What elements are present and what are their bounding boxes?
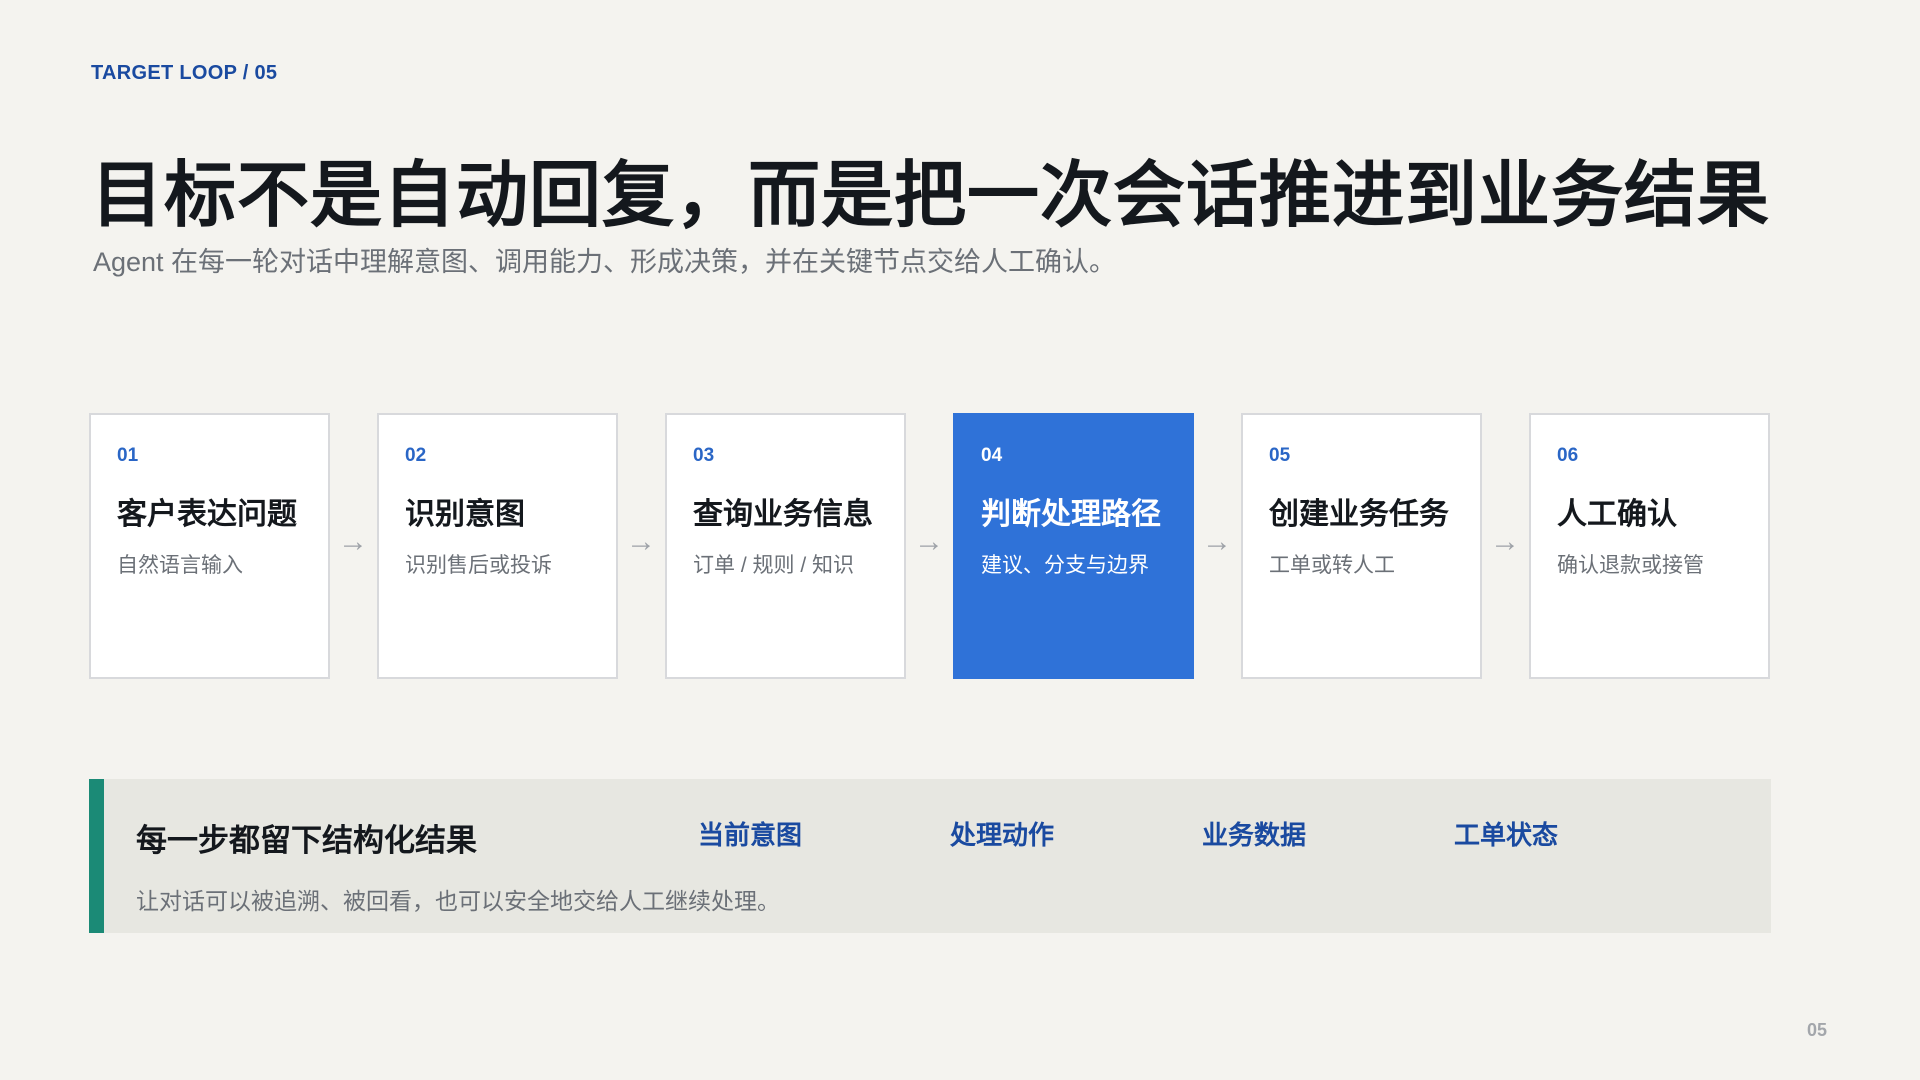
step-number: 05: [1269, 445, 1291, 466]
step-title: 识别意图: [405, 498, 525, 531]
step-card-01: 01 客户表达问题 自然语言输入: [89, 413, 330, 679]
page-number: 05: [1807, 1020, 1828, 1040]
summary-tag-ticket-status: 工单状态: [1454, 820, 1559, 850]
summary-title: 每一步都留下结构化结果: [136, 823, 477, 858]
step-card-04-active: 04 判断处理路径 建议、分支与边界: [953, 413, 1194, 679]
step-description: 订单 / 规则 / 知识: [693, 554, 855, 577]
page-title: 目标不是自动回复，而是把一次会话推进到业务结果: [91, 156, 1771, 236]
step-number: 01: [117, 445, 139, 466]
step-description: 工单或转人工: [1269, 554, 1395, 577]
step-card-05: 05 创建业务任务 工单或转人工: [1241, 413, 1482, 679]
step-title: 创建业务任务: [1269, 498, 1449, 531]
summary-tag-action: 处理动作: [950, 820, 1055, 850]
step-title: 人工确认: [1557, 498, 1677, 531]
summary-tag-intent: 当前意图: [698, 820, 803, 850]
arrow-right-icon: →: [914, 525, 944, 558]
summary-panel: 每一步都留下结构化结果 让对话可以被追溯、被回看，也可以安全地交给人工继续处理。…: [89, 779, 1771, 933]
page-subtitle: Agent 在每一轮对话中理解意图、调用能力、形成决策，并在关键节点交给人工确认…: [93, 247, 1117, 277]
arrow-right-icon: →: [1202, 525, 1232, 558]
step-title: 判断处理路径: [981, 498, 1161, 531]
step-number: 03: [693, 445, 715, 466]
slide: TARGET LOOP / 05 目标不是自动回复，而是把一次会话推进到业务结果…: [0, 0, 1920, 1080]
step-card-06: 06 人工确认 确认退款或接管: [1529, 413, 1770, 679]
summary-description: 让对话可以被追溯、被回看，也可以安全地交给人工继续处理。: [136, 888, 780, 914]
arrow-right-icon: →: [338, 525, 368, 558]
arrow-right-icon: →: [626, 525, 656, 558]
step-title: 查询业务信息: [693, 498, 873, 531]
step-description: 识别售后或投诉: [405, 554, 552, 577]
step-title: 客户表达问题: [117, 498, 297, 531]
step-number: 04: [981, 445, 1003, 466]
eyebrow-label: TARGET LOOP / 05: [91, 62, 278, 84]
step-description: 自然语言输入: [117, 554, 243, 577]
step-card-03: 03 查询业务信息 订单 / 规则 / 知识: [665, 413, 906, 679]
step-number: 06: [1557, 445, 1579, 466]
step-card-02: 02 识别意图 识别售后或投诉: [377, 413, 618, 679]
summary-tag-data: 业务数据: [1202, 820, 1307, 850]
step-description: 确认退款或接管: [1557, 554, 1704, 577]
arrow-right-icon: →: [1490, 525, 1520, 558]
step-description: 建议、分支与边界: [981, 554, 1149, 577]
process-flow: 01 客户表达问题 自然语言输入 → 02 识别意图 识别售后或投诉 → 03 …: [89, 413, 1771, 679]
step-number: 02: [405, 445, 427, 466]
